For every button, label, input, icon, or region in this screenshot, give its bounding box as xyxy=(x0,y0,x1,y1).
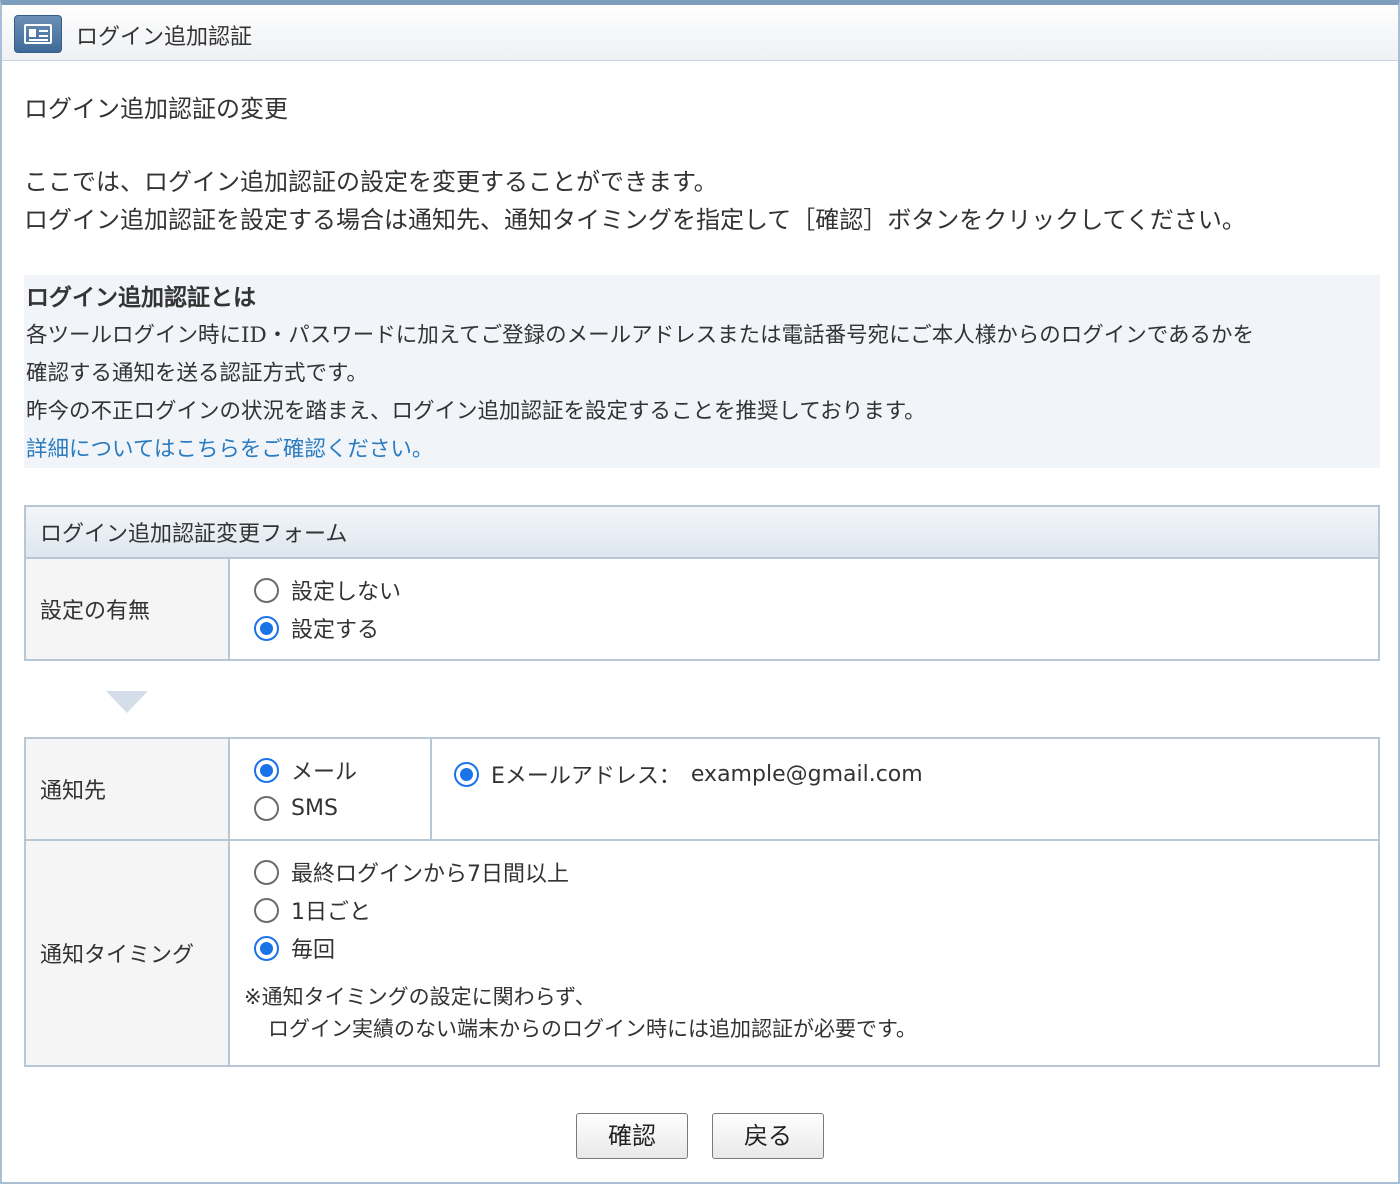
radio-option-7days[interactable]: 最終ログインから7日間以上 xyxy=(254,853,1378,891)
radio-button-selected[interactable] xyxy=(254,615,279,641)
radio-label: 最終ログインから7日間以上 xyxy=(291,862,569,887)
email-value: example@gmail.com xyxy=(690,761,923,787)
confirm-button[interactable]: 確認 xyxy=(576,1113,688,1159)
destination-options: メール SMS xyxy=(228,737,432,841)
timing-label: 通知タイミング xyxy=(24,839,230,1067)
destination-label: 通知先 xyxy=(24,737,230,841)
setting-options: 設定しない 設定する xyxy=(228,557,1380,661)
notification-form-table: 通知先 メール SMS Eメールアドレス： example@gmail.com xyxy=(24,737,1380,1067)
window-frame: ログイン追加認証 ログイン追加認証の変更 ここでは、ログイン追加認証の設定を変更… xyxy=(0,0,1400,1184)
page-heading: ログイン追加認証の変更 xyxy=(24,95,288,123)
radio-option-sms[interactable]: SMS xyxy=(254,789,430,827)
timing-note: ※通知タイミングの設定に関わらず、 ログイン実績のない端末からのログイン時には追… xyxy=(244,981,1378,1045)
radio-button[interactable] xyxy=(254,795,279,821)
radio-label: 設定する xyxy=(291,618,380,643)
intro-line: ここでは、ログイン追加認証の設定を変更することができます。 xyxy=(24,168,718,196)
intro-line: ログイン追加認証を設定する場合は通知先、通知タイミングを指定して［確認］ボタンを… xyxy=(24,206,1246,234)
radio-button[interactable] xyxy=(254,577,279,603)
timing-options: 最終ログインから7日間以上 1日ごと 毎回 ※通知タイミングの設定に関わらず、 … xyxy=(228,839,1380,1067)
window-title: ログイン追加認証 xyxy=(76,25,253,50)
radio-option-set[interactable]: 設定する xyxy=(254,609,1378,647)
setting-form-table: ログイン追加認証変更フォーム 設定の有無 設定しない 設定する xyxy=(24,505,1380,661)
info-line: 各ツールログイン時にID・パスワードに加えてご登録のメールアドレスまたは電話番号… xyxy=(26,323,1255,348)
radio-button-selected[interactable] xyxy=(454,761,479,787)
radio-label: 毎回 xyxy=(291,938,336,963)
radio-label: SMS xyxy=(291,795,338,821)
info-box: ログイン追加認証とは 各ツールログイン時にID・パスワードに加えてご登録のメール… xyxy=(24,275,1380,468)
note-line: ログイン実績のない端末からのログイン時には追加認証が必要です。 xyxy=(268,1017,917,1041)
info-line: 確認する通知を送る認証方式です。 xyxy=(26,361,368,386)
info-line: 昨今の不正ログインの状況を踏まえ、ログイン追加認証を設定することを推奨しておりま… xyxy=(26,399,926,424)
radio-label: 1日ごと xyxy=(291,900,371,925)
radio-option-no-setting[interactable]: 設定しない xyxy=(254,571,1378,609)
down-arrow-icon xyxy=(106,691,148,713)
note-line: ※通知タイミングの設定に関わらず、 xyxy=(244,985,596,1009)
radio-button[interactable] xyxy=(254,859,279,885)
intro-text: ここでは、ログイン追加認証の設定を変更することができます。 ログイン追加認証を設… xyxy=(24,163,1246,239)
radio-button-selected[interactable] xyxy=(254,935,279,961)
radio-option-every-time[interactable]: 毎回 xyxy=(254,929,1378,967)
form-header: ログイン追加認証変更フォーム xyxy=(24,505,1380,559)
id-card-icon xyxy=(14,15,62,53)
info-title: ログイン追加認証とは xyxy=(26,284,256,311)
email-cell: Eメールアドレス： example@gmail.com xyxy=(430,737,1380,841)
radio-option-mail[interactable]: メール xyxy=(254,751,430,789)
details-link[interactable]: 詳細についてはこちらをご確認ください。 xyxy=(26,431,433,469)
radio-option-daily[interactable]: 1日ごと xyxy=(254,891,1378,929)
radio-label: メール xyxy=(291,760,358,785)
email-label: Eメールアドレス： xyxy=(491,764,681,789)
radio-button[interactable] xyxy=(254,897,279,923)
setting-label: 設定の有無 xyxy=(24,557,230,661)
title-bar: ログイン追加認証 xyxy=(2,5,1398,61)
radio-option-email-address[interactable]: Eメールアドレス： example@gmail.com xyxy=(454,755,1378,793)
radio-button-selected[interactable] xyxy=(254,757,279,783)
radio-label: 設定しない xyxy=(291,580,402,605)
back-button[interactable]: 戻る xyxy=(712,1113,824,1159)
